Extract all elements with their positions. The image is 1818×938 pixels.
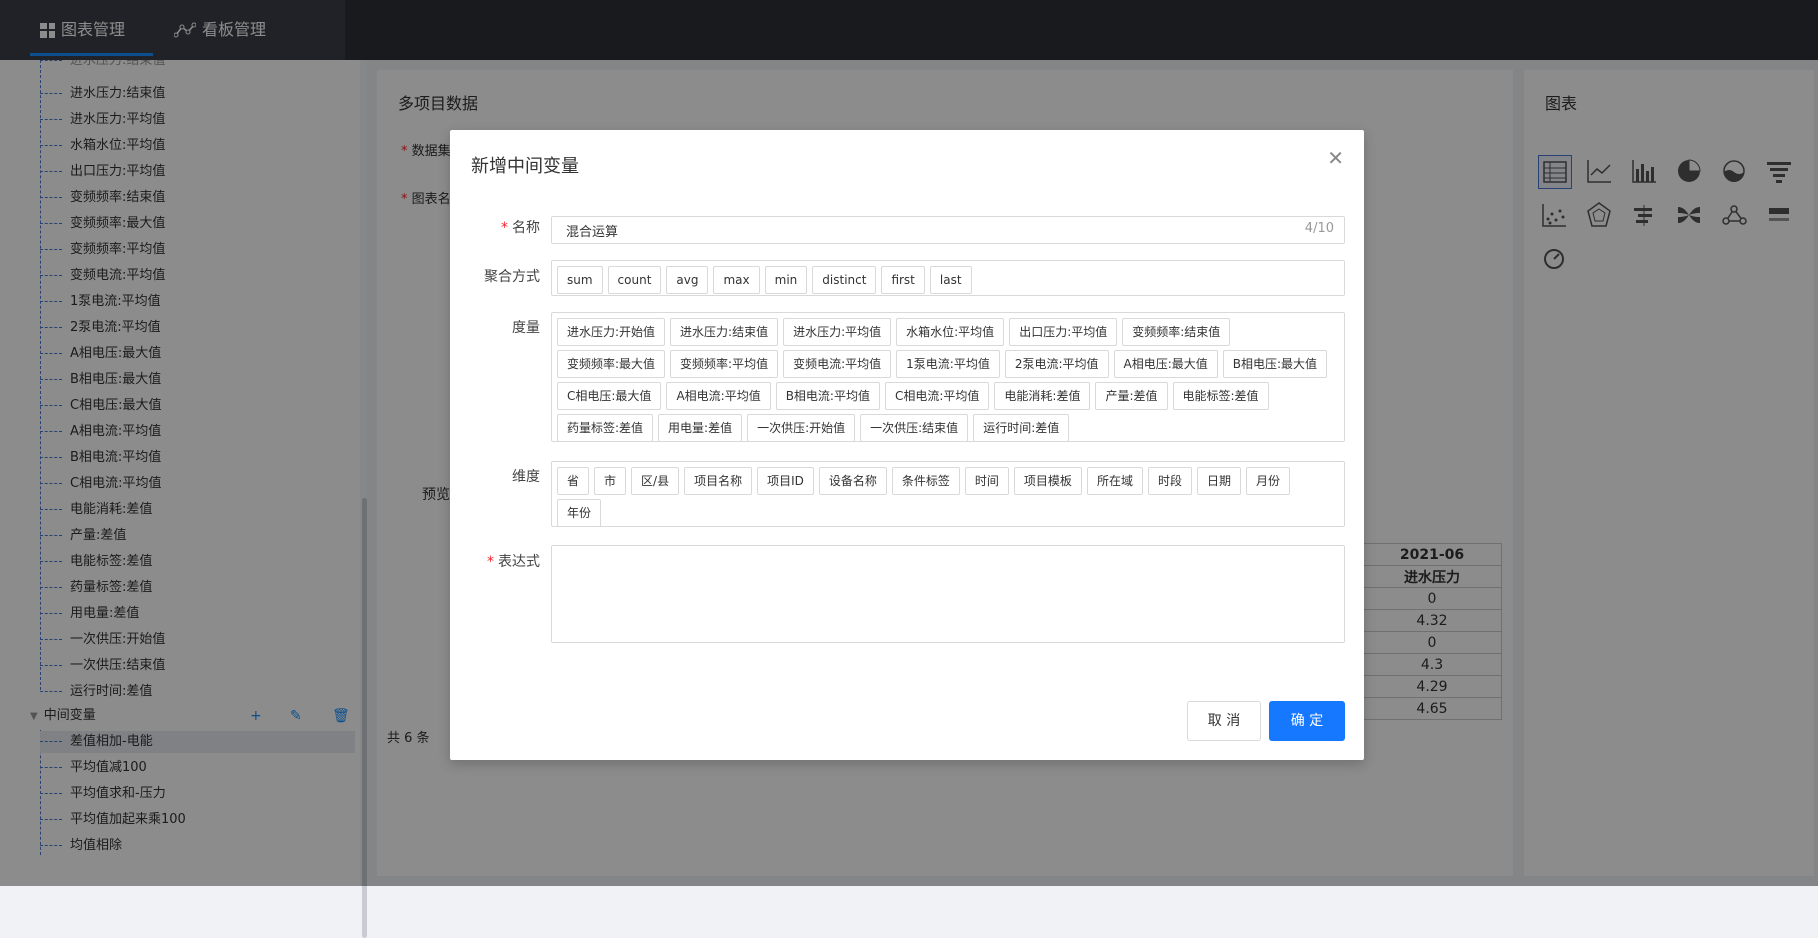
dimension-tag[interactable]: 月份 — [1245, 467, 1290, 495]
dimension-tag[interactable]: 条件标签 — [891, 467, 960, 495]
measure-tag[interactable]: 1泵电流:平均值 — [896, 350, 1000, 378]
measure-tag[interactable]: 进水压力:平均值 — [783, 318, 892, 346]
measure-tag[interactable]: C相电压:最大值 — [557, 382, 662, 410]
measure-tag[interactable]: 一次供压:开始值 — [747, 414, 856, 442]
measure-tag[interactable]: 电能标签:差值 — [1172, 382, 1269, 410]
dialog-title: 新增中间变量 — [471, 156, 579, 177]
measure-tag[interactable]: B相电压:最大值 — [1222, 350, 1328, 378]
measure-label: 度量 — [512, 320, 540, 336]
cancel-button[interactable]: 取 消 — [1187, 701, 1261, 741]
dimension-tag[interactable]: 省 — [557, 467, 590, 495]
aggregation-tag[interactable]: first — [881, 266, 925, 294]
close-icon[interactable]: ✕ — [1327, 146, 1344, 170]
measure-tag[interactable]: B相电流:平均值 — [775, 382, 880, 410]
measure-tag[interactable]: 进水压力:开始值 — [557, 318, 666, 346]
measure-tag[interactable]: 变频电流:平均值 — [783, 350, 892, 378]
dimension-tag[interactable]: 设备名称 — [818, 467, 887, 495]
expression-label: * 表达式 — [487, 554, 540, 570]
dimension-tag[interactable]: 时间 — [964, 467, 1009, 495]
dimension-tag[interactable]: 项目ID — [757, 467, 814, 495]
dimension-tag[interactable]: 日期 — [1196, 467, 1241, 495]
dimension-tags: 省市区/县 项目名称 项目ID 设备名称 条件标签 时间 项目模板 所在域 时段 日期 月份年份 — [557, 467, 1339, 527]
measure-box: 进水压力:开始值 进水压力:结束值 进水压力:平均值 水箱水位:平均值 出口压力:平均值… — [551, 312, 1345, 442]
dimension-tag[interactable]: 年份 — [557, 499, 602, 527]
add-intermediate-variable-dialog: 新增中间变量 ✕ * 名称 混合运算 4/10 聚合方式 sum count avg m… — [450, 130, 1364, 760]
measure-tag[interactable]: A相电流:平均值 — [666, 382, 771, 410]
aggregation-tag[interactable]: count — [607, 266, 662, 294]
dimension-tag[interactable]: 项目名称 — [684, 467, 753, 495]
measure-tag[interactable]: 一次供压:结束值 — [860, 414, 969, 442]
measure-tag[interactable]: 2泵电流:平均值 — [1004, 350, 1109, 378]
aggregation-tag[interactable]: sum — [557, 266, 603, 294]
measure-tag[interactable]: 变频频率:结束值 — [1122, 318, 1231, 346]
measure-tags: 进水压力:开始值 进水压力:结束值 进水压力:平均值 水箱水位:平均值 出口压力:平均值… — [557, 318, 1339, 442]
name-char-count: 4/10 — [1304, 221, 1334, 236]
aggregation-tag[interactable]: distinct — [812, 266, 877, 294]
measure-tag[interactable]: 运行时间:差值 — [973, 414, 1070, 442]
measure-tag[interactable]: 变频频率:最大值 — [557, 350, 666, 378]
measure-tag[interactable]: A相电压:最大值 — [1113, 350, 1218, 378]
name-input[interactable]: 混合运算 4/10 — [551, 216, 1345, 244]
dimension-tag[interactable]: 区/县 — [631, 467, 680, 495]
aggregation-tag[interactable]: max — [713, 266, 760, 294]
dimension-tag[interactable]: 项目模板 — [1013, 467, 1082, 495]
measure-tag[interactable]: 产量:差值 — [1095, 382, 1168, 410]
aggregation-box: sum count avg max min distinct first last — [551, 260, 1345, 296]
dimension-tag[interactable]: 时段 — [1147, 467, 1192, 495]
aggregation-tag[interactable]: last — [929, 266, 972, 294]
measure-tag[interactable]: 水箱水位:平均值 — [896, 318, 1005, 346]
aggregation-tag[interactable]: min — [764, 266, 808, 294]
dimension-tag[interactable]: 市 — [594, 467, 627, 495]
dimension-box: 省市区/县 项目名称 项目ID 设备名称 条件标签 时间 项目模板 所在域 时段 日期 月份年份 — [551, 461, 1345, 527]
aggregation-label: 聚合方式 — [484, 269, 540, 285]
measure-tag[interactable]: 用电量:差值 — [658, 414, 743, 442]
aggregation-tag[interactable]: avg — [666, 266, 709, 294]
confirm-button[interactable]: 确 定 — [1269, 701, 1345, 741]
dimension-label: 维度 — [512, 469, 540, 485]
measure-tag[interactable]: 药量标签:差值 — [557, 414, 654, 442]
measure-tag[interactable]: 电能消耗:差值 — [994, 382, 1091, 410]
measure-tag[interactable]: 出口压力:平均值 — [1009, 318, 1118, 346]
name-input-value: 混合运算 — [566, 225, 619, 240]
dimension-tag[interactable]: 所在域 — [1086, 467, 1143, 495]
name-label: * 名称 — [501, 220, 540, 236]
aggregation-tags: sum count avg max min distinct first last — [557, 266, 1339, 294]
measure-tag[interactable]: 变频频率:平均值 — [670, 350, 779, 378]
measure-tag[interactable]: C相电流:平均值 — [884, 382, 990, 410]
measure-tag[interactable]: 进水压力:结束值 — [670, 318, 779, 346]
expression-textarea[interactable] — [551, 545, 1345, 643]
